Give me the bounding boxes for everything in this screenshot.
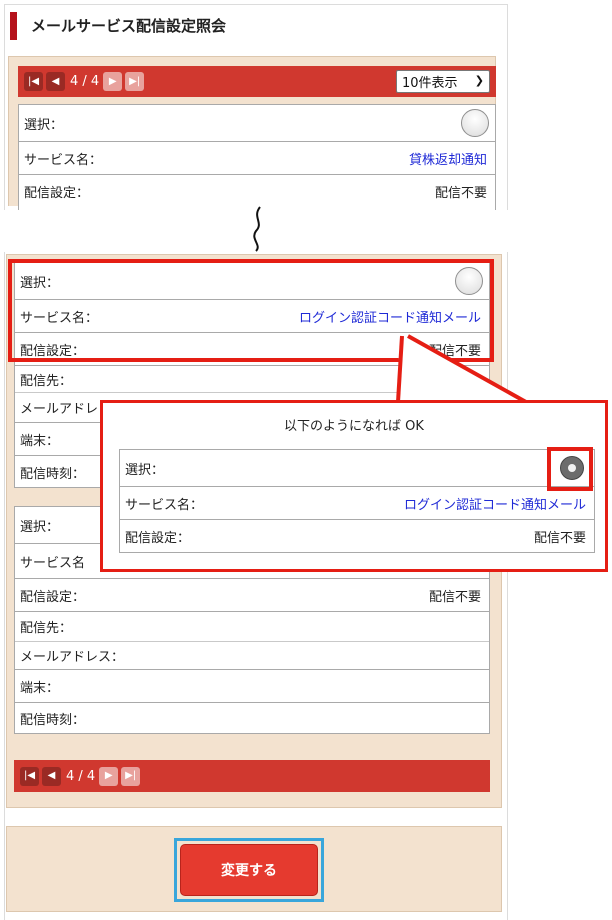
- change-submit-button[interactable]: 変更する: [180, 844, 318, 896]
- select-label: 選択：: [20, 519, 60, 535]
- pager-status: 4 / 4: [70, 74, 100, 89]
- service-name-label: サービス名: [20, 555, 86, 571]
- delivery-setting-row: 配信設定： 配信不要: [19, 174, 495, 207]
- service-name-link[interactable]: 貸株返却通知: [409, 149, 487, 168]
- delivery-time-label: 配信時刻：: [20, 713, 86, 728]
- last-page-icon[interactable]: ▶|: [125, 72, 145, 91]
- callout-title: 以下のようになれば OK: [284, 419, 424, 434]
- service-card-top: 選択： サービス名： 貸株返却通知 配信設定： 配信不要: [18, 104, 496, 210]
- select-radio[interactable]: [461, 109, 489, 137]
- delivery-setting-value: 配信不要: [533, 530, 586, 546]
- first-page-icon[interactable]: |◀: [20, 766, 39, 786]
- service-name-label: サービス名：: [125, 497, 204, 513]
- delivery-time-row: 配信時刻：: [15, 702, 489, 734]
- callout-box: 以下のようになれば OK 選択： サービス名： ログイン認証コード通知メール 配…: [100, 400, 608, 572]
- terminal-label: 端末：: [20, 680, 60, 696]
- service-name-row: サービス名： 貸株返却通知: [19, 141, 495, 174]
- pager-status: 4 / 4: [66, 768, 96, 784]
- pager-top: |◀ ◀ 4 / 4 ▶ ▶| 10件表示 ❯: [18, 66, 496, 97]
- page-title: メールサービス配信設定照会: [31, 17, 227, 35]
- title-accent-bar: [10, 12, 17, 40]
- delivery-setting-row: 配信設定： 配信不要: [15, 578, 489, 611]
- email-label: メールアドレス：: [20, 650, 125, 665]
- service-name-label: サービス名：: [24, 152, 103, 168]
- per-page-value: 10件表示: [402, 76, 458, 91]
- per-page-select[interactable]: 10件表示 ❯: [396, 70, 490, 93]
- last-page-icon[interactable]: ▶|: [121, 766, 141, 786]
- select-label: 選択：: [24, 117, 64, 133]
- delivery-setting-value: 配信不要: [434, 185, 487, 201]
- delivery-to-label: 配信先：: [20, 373, 73, 389]
- delivery-setting-label: 配信設定：: [24, 185, 90, 201]
- highlight-box: [8, 259, 494, 362]
- select-row: 選択：: [120, 450, 594, 486]
- chevron-down-icon: ❯: [474, 74, 484, 87]
- service-name-link[interactable]: ログイン認証コード通知メール: [404, 494, 586, 513]
- delivery-to-label: 配信先：: [20, 621, 73, 636]
- pager-bottom: |◀ ◀ 4 / 4 ▶ ▶|: [14, 760, 490, 792]
- delivery-setting-label: 配信設定：: [20, 589, 86, 605]
- next-page-icon[interactable]: ▶: [103, 72, 123, 91]
- delivery-setting-row: 配信設定： 配信不要: [120, 519, 594, 552]
- email-label: メールアドレ: [20, 402, 99, 417]
- cut-marker-icon: [253, 206, 261, 252]
- prev-page-icon[interactable]: ◀: [46, 72, 65, 91]
- service-name-row: サービス名： ログイン認証コード通知メール: [120, 486, 594, 519]
- select-row: 選択：: [19, 105, 495, 141]
- email-row: メールアドレス：: [15, 641, 489, 669]
- delivery-time-label: 配信時刻：: [20, 466, 86, 482]
- terminal-row: 端末：: [15, 669, 489, 702]
- terminal-label: 端末：: [20, 433, 60, 449]
- next-page-icon[interactable]: ▶: [99, 766, 119, 786]
- prev-page-icon[interactable]: ◀: [42, 766, 61, 786]
- callout-service-card: 選択： サービス名： ログイン認証コード通知メール 配信設定： 配信不要: [119, 449, 595, 553]
- radio-highlight-box: [547, 447, 593, 491]
- delivery-to-row: 配信先：: [15, 365, 489, 392]
- delivery-to-row: 配信先：: [15, 611, 489, 641]
- delivery-setting-label: 配信設定：: [125, 530, 191, 546]
- select-label: 選択：: [125, 462, 165, 478]
- first-page-icon[interactable]: |◀: [24, 72, 43, 91]
- delivery-setting-value: 配信不要: [428, 589, 481, 605]
